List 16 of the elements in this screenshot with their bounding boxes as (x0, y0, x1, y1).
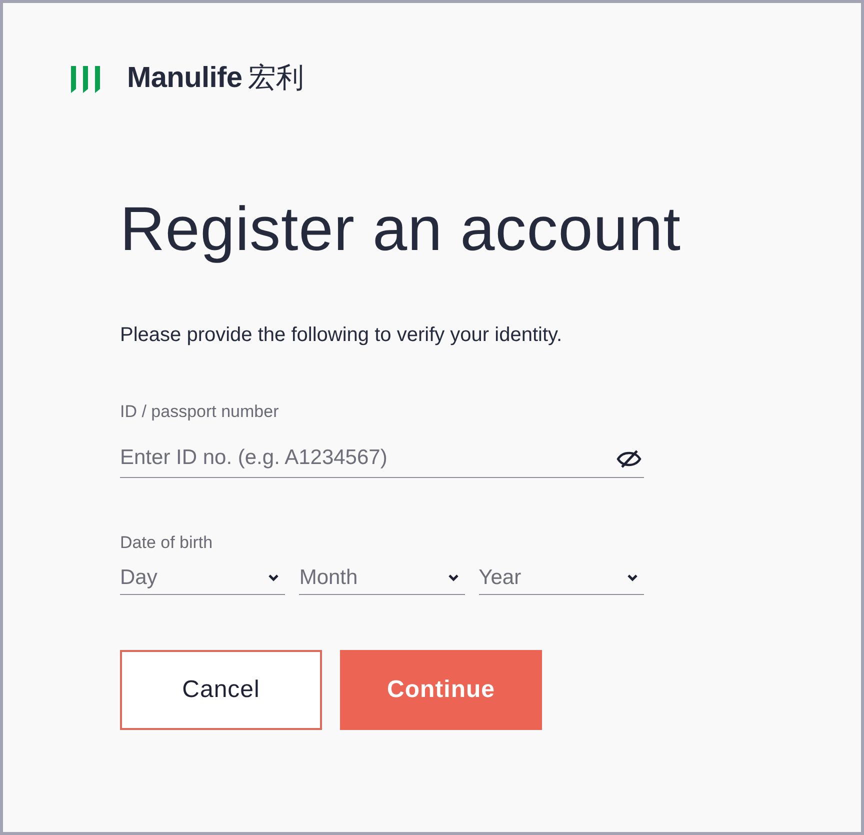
date-select[interactable]: Day (120, 565, 286, 595)
chevron-down-icon (268, 574, 280, 582)
page-title: Register an account (119, 194, 682, 266)
cancel-button[interactable]: Cancel (120, 650, 322, 730)
chevron-down-icon (626, 574, 638, 582)
input-field[interactable]: Enter ID no. (e.g. A1234567) (120, 442, 644, 478)
brand-name-chinese: 宏利 (248, 61, 304, 95)
instruction-text: Please provide the following to verify your identity. (120, 324, 564, 347)
field-label: ID / passport number (120, 402, 280, 422)
field-label: Date of birth (120, 533, 214, 553)
date-select[interactable]: Year (478, 565, 644, 595)
date-select[interactable]: Month (299, 565, 465, 595)
brand-name: Manulife (127, 62, 242, 94)
eye-slash-icon[interactable] (616, 448, 642, 470)
continue-button[interactable]: Continue (340, 650, 542, 730)
chevron-down-icon (448, 574, 459, 582)
